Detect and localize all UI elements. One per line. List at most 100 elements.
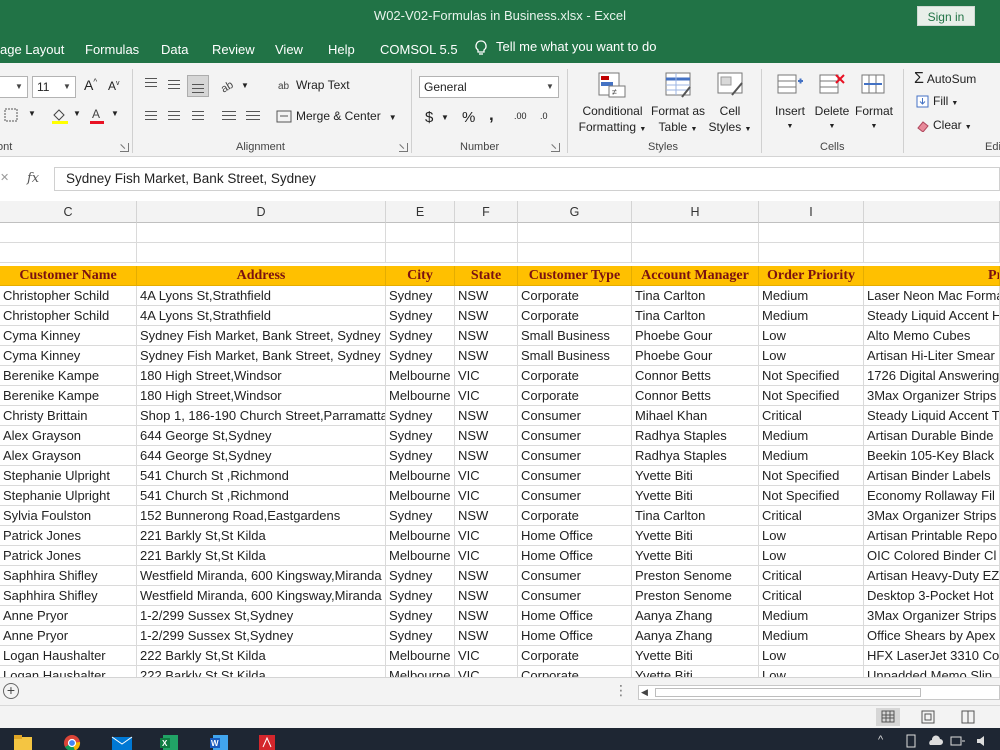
state-cell[interactable]: VIC — [455, 386, 518, 406]
column-header-c[interactable]: C — [0, 201, 137, 223]
column-header-d[interactable]: D — [137, 201, 386, 223]
account-manager-cell[interactable]: Mihael Khan — [632, 406, 759, 426]
state-cell[interactable]: NSW — [455, 626, 518, 646]
merge-center-button[interactable]: Merge & Center ▼ — [276, 109, 397, 123]
state-cell[interactable]: VIC — [455, 546, 518, 566]
account-manager-cell[interactable]: Phoebe Gour — [632, 346, 759, 366]
order-priority-cell[interactable]: Critical — [759, 406, 864, 426]
account-manager-cell[interactable]: Yvette Biti — [632, 546, 759, 566]
scrollbar-thumb[interactable] — [655, 688, 921, 697]
column-header-j[interactable] — [864, 201, 1000, 223]
customer-type-cell[interactable]: Consumer — [518, 586, 632, 606]
orientation-icon[interactable]: ab — [219, 77, 239, 93]
empty-cell[interactable] — [759, 223, 864, 243]
cell-styles-button[interactable]: Cell Styles ▼ — [704, 103, 756, 138]
city-cell[interactable]: Sydney — [386, 446, 455, 466]
align-right-icon[interactable] — [192, 111, 204, 123]
customer-name-cell[interactable]: Christy Brittain — [0, 406, 137, 426]
order-priority-cell[interactable]: Critical — [759, 566, 864, 586]
customer-type-cell[interactable]: Consumer — [518, 466, 632, 486]
product-cell[interactable]: Artisan Durable Binde — [864, 426, 1000, 446]
city-cell[interactable]: Melbourne — [386, 466, 455, 486]
customer-name-cell[interactable]: Alex Grayson — [0, 426, 137, 446]
order-priority-cell[interactable]: Medium — [759, 626, 864, 646]
borders-icon[interactable] — [4, 108, 18, 122]
empty-cell[interactable] — [0, 223, 137, 243]
order-priority-cell[interactable]: Low — [759, 326, 864, 346]
column-header-g[interactable]: G — [518, 201, 632, 223]
city-cell[interactable]: Sydney — [386, 586, 455, 606]
align-bottom-button[interactable] — [187, 75, 209, 97]
city-cell[interactable]: Melbourne — [386, 366, 455, 386]
customer-type-cell[interactable]: Corporate — [518, 386, 632, 406]
order-priority-cell[interactable]: Critical — [759, 586, 864, 606]
order-priority-cell[interactable]: Not Specified — [759, 366, 864, 386]
city-cell[interactable]: Sydney — [386, 346, 455, 366]
chevron-down-icon[interactable]: ▼ — [28, 109, 36, 118]
product-cell[interactable]: 3Max Organizer Strips — [864, 506, 1000, 526]
account-manager-cell[interactable]: Yvette Biti — [632, 486, 759, 506]
state-cell[interactable]: NSW — [455, 566, 518, 586]
account-manager-cell[interactable]: Phoebe Gour — [632, 326, 759, 346]
account-manager-cell[interactable]: Tina Carlton — [632, 506, 759, 526]
conditional-formatting-button[interactable]: Conditional Formatting ▼ — [575, 103, 650, 138]
customer-type-cell[interactable]: Consumer — [518, 406, 632, 426]
tray-chevron-icon[interactable]: ^ — [878, 734, 883, 750]
tab-comsol[interactable]: COMSOL 5.5 — [380, 42, 458, 57]
tray-volume-icon[interactable] — [975, 734, 991, 750]
acrobat-taskbar-icon[interactable] — [257, 734, 277, 750]
chevron-down-icon[interactable]: ▼ — [111, 109, 119, 118]
tab-view[interactable]: View — [275, 42, 303, 57]
customer-name-cell[interactable]: Saphhira Shifley — [0, 586, 137, 606]
city-cell[interactable]: Sydney — [386, 326, 455, 346]
product-cell[interactable]: Steady Liquid Accent H — [864, 306, 1000, 326]
order-priority-cell[interactable]: Low — [759, 666, 864, 677]
product-cell[interactable]: Artisan Binder Labels — [864, 466, 1000, 486]
clear-button[interactable]: Clear ▼ — [916, 118, 972, 134]
address-cell[interactable]: 644 George St,Sydney — [137, 446, 386, 466]
font-color-icon[interactable]: A — [88, 107, 106, 125]
state-cell[interactable]: NSW — [455, 306, 518, 326]
currency-button[interactable]: $ — [425, 109, 433, 126]
tray-device-icon[interactable] — [905, 734, 917, 750]
empty-cell[interactable] — [137, 243, 386, 263]
account-manager-cell[interactable]: Tina Carlton — [632, 286, 759, 306]
customer-type-cell[interactable]: Home Office — [518, 606, 632, 626]
state-cell[interactable]: VIC — [455, 526, 518, 546]
account-manager-cell[interactable]: Connor Betts — [632, 386, 759, 406]
city-cell[interactable]: Sydney — [386, 566, 455, 586]
column-header-f[interactable]: F — [455, 201, 518, 223]
tab-help[interactable]: Help — [328, 42, 355, 57]
product-cell[interactable]: Office Shears by Apex — [864, 626, 1000, 646]
address-cell[interactable]: Westfield Miranda, 600 Kingsway,Miranda — [137, 566, 386, 586]
table-header-cell[interactable]: Pr — [864, 266, 1000, 286]
delete-button[interactable]: Delete ▼ — [811, 103, 853, 135]
customer-name-cell[interactable]: Alex Grayson — [0, 446, 137, 466]
font-size-combo[interactable]: 11 ▼ — [32, 76, 76, 98]
empty-cell[interactable] — [0, 243, 137, 263]
column-header-i[interactable]: I — [759, 201, 864, 223]
autosum-button[interactable]: Σ AutoSum — [914, 70, 976, 88]
account-manager-cell[interactable]: Yvette Biti — [632, 526, 759, 546]
empty-cell[interactable] — [137, 223, 386, 243]
empty-cell[interactable] — [455, 223, 518, 243]
empty-cell[interactable] — [386, 223, 455, 243]
state-cell[interactable]: NSW — [455, 606, 518, 626]
address-cell[interactable]: Shop 1, 186-190 Church Street,Parramatta — [137, 406, 386, 426]
chevron-down-icon[interactable]: ▼ — [441, 113, 449, 122]
format-button[interactable]: Format ▼ — [853, 103, 895, 135]
state-cell[interactable]: NSW — [455, 506, 518, 526]
excel-taskbar-icon[interactable]: X — [159, 734, 179, 750]
chevron-down-icon[interactable]: ▼ — [73, 109, 81, 118]
city-cell[interactable]: Melbourne — [386, 526, 455, 546]
new-sheet-button[interactable]: + — [3, 683, 19, 699]
product-cell[interactable]: Steady Liquid Accent T — [864, 406, 1000, 426]
state-cell[interactable]: NSW — [455, 406, 518, 426]
order-priority-cell[interactable]: Low — [759, 546, 864, 566]
order-priority-cell[interactable]: Low — [759, 346, 864, 366]
horizontal-scrollbar[interactable]: ◀ — [638, 685, 1000, 700]
comma-button[interactable]: , — [489, 105, 494, 125]
formula-input[interactable]: Sydney Fish Market, Bank Street, Sydney — [54, 167, 1000, 191]
address-cell[interactable]: 541 Church St ,Richmond — [137, 466, 386, 486]
tab-page-layout[interactable]: age Layout — [0, 42, 64, 57]
